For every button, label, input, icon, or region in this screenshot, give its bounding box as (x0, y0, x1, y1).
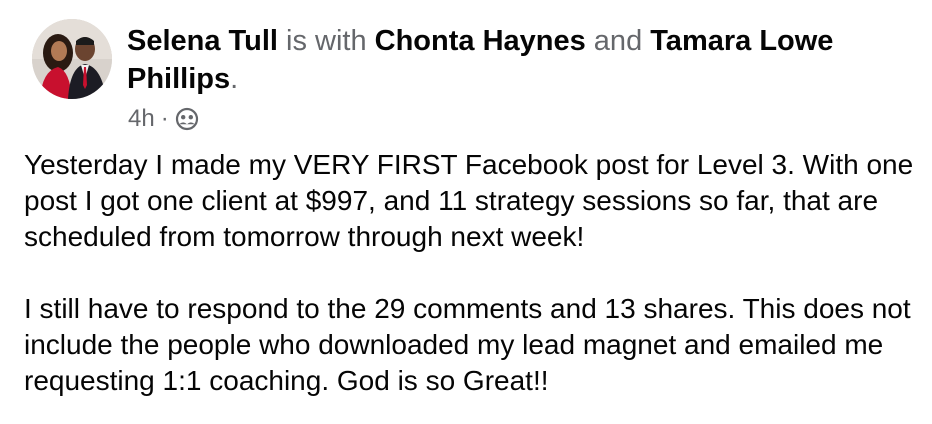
header-period: . (230, 63, 239, 95)
tagged-person-1[interactable]: Chonta Haynes (375, 25, 586, 57)
avatar-photo (32, 19, 112, 99)
post-paragraph-2: I still have to respond to the 29 commen… (24, 293, 911, 396)
friends-icon[interactable] (175, 107, 199, 131)
post-paragraph-1: Yesterday I made my VERY FIRST Facebook … (24, 149, 914, 252)
post-timestamp[interactable]: 4h (128, 105, 155, 133)
facebook-post: Selena Tull is with Chonta Haynes and Ta… (0, 0, 932, 424)
and-text: and (585, 25, 651, 57)
with-text: is with (277, 25, 375, 57)
avatar[interactable] (32, 19, 112, 99)
author-name[interactable]: Selena Tull (127, 25, 278, 57)
post-body: Yesterday I made my VERY FIRST Facebook … (24, 147, 914, 399)
meta-separator: · (160, 105, 169, 132)
post-meta: 4h · (128, 104, 199, 134)
post-header: Selena Tull is with Chonta Haynes and Ta… (127, 22, 917, 98)
